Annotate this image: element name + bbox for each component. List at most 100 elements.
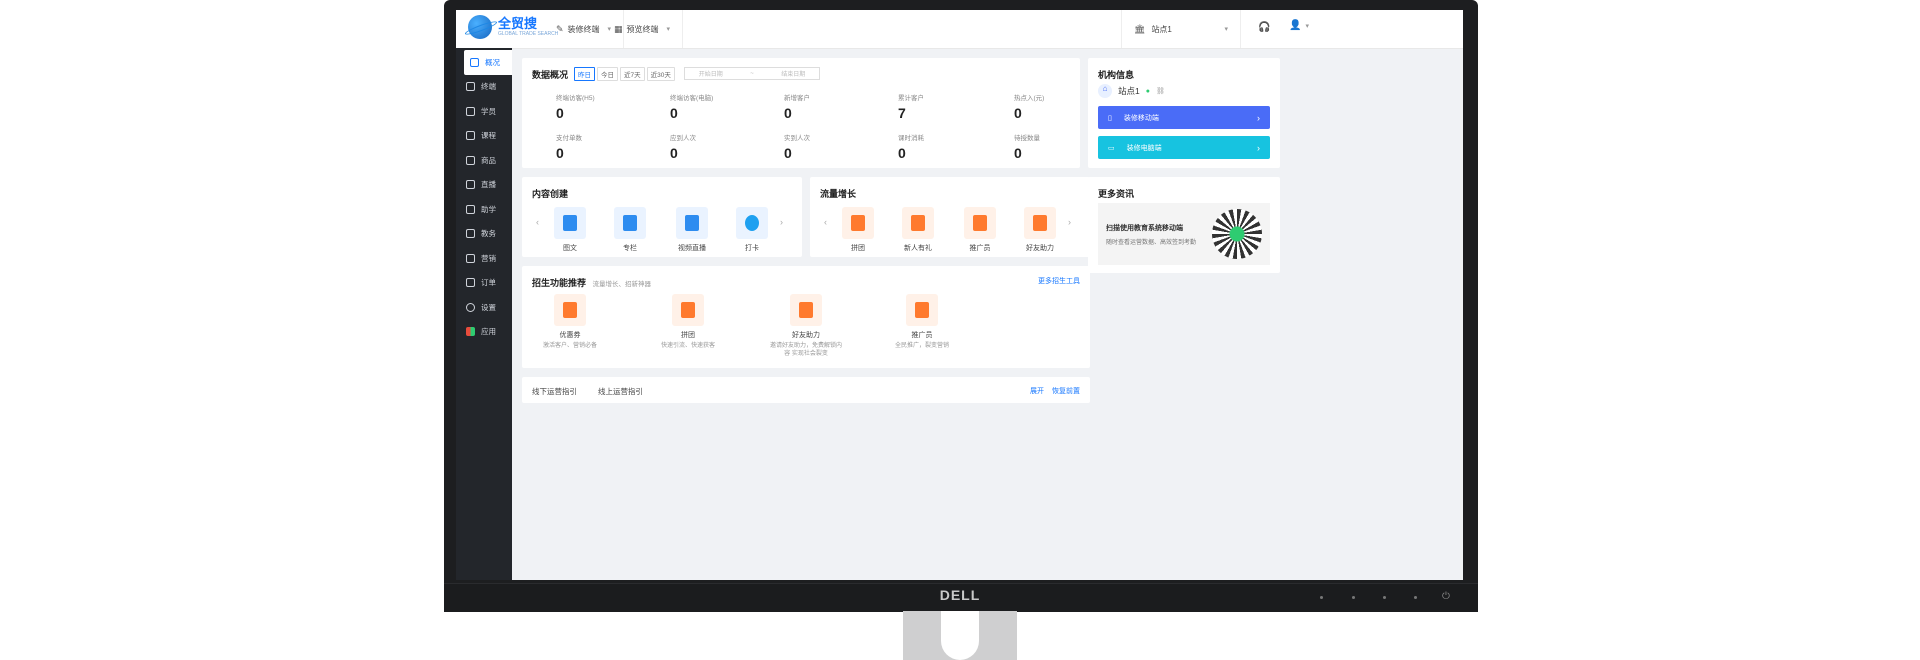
sidebar-item-academic[interactable]: 教务: [456, 222, 512, 247]
monitor-button: [1352, 596, 1355, 599]
tile-desc: 激活客户、营销必备: [542, 343, 597, 349]
product-icon: [466, 155, 475, 165]
site-selector[interactable]: 🏛 站点1 ▾: [1121, 10, 1241, 48]
stat-label: 应到人次: [670, 135, 696, 142]
link-icon[interactable]: ⛓: [1156, 87, 1165, 95]
stat-value: 0: [784, 145, 792, 161]
qr-desc: 随时查看运营数据、高效签到考勤: [1106, 240, 1197, 246]
mobile-qr-banner[interactable]: 扫描使用教育系统移动端 随时查看运营数据、高效签到考勤: [1098, 203, 1270, 265]
more-info-card: 更多资讯 扫描使用教育系统移动端 随时查看运营数据、高效签到考勤: [1088, 177, 1280, 273]
sidebar-item-label: 商品: [481, 155, 496, 165]
content-tile-column[interactable]: 专栏: [600, 207, 660, 253]
stat-item: 新增客户 0: [784, 92, 904, 121]
offline-guide-tab[interactable]: 线下运营指引: [532, 386, 577, 397]
sidebar: 概况 终端 学员 课程 商品 直播 助学 教务 营销 订单 设置 应用: [456, 48, 512, 580]
marketing-icon: [466, 253, 475, 263]
sidebar-item-students[interactable]: 学员: [456, 99, 512, 124]
study-icon: [466, 204, 475, 214]
content-tile-article[interactable]: 图文: [540, 207, 600, 253]
content-create-title: 内容创建: [532, 189, 569, 199]
monitor-button: [1320, 596, 1323, 599]
tab-30days[interactable]: 近30天: [646, 67, 675, 81]
expand-link[interactable]: 展开: [1030, 386, 1044, 396]
recruit-tile-coupon[interactable]: 优惠券激活客户、营销必备: [540, 294, 600, 350]
content-tile-video-live[interactable]: 视频直播: [662, 207, 722, 253]
checkin-icon: [736, 207, 768, 239]
decorate-terminal-label: 装修终端: [567, 24, 600, 34]
sidebar-item-orders[interactable]: 订单: [456, 271, 512, 296]
stat-label: 新增客户: [784, 95, 810, 102]
dashboard-icon: [470, 57, 479, 67]
order-icon: [466, 278, 475, 288]
tab-7days[interactable]: 近7天: [620, 67, 645, 81]
sidebar-item-label: 终端: [481, 82, 496, 92]
growth-tile-friend-help[interactable]: 好友助力: [1010, 207, 1070, 253]
growth-tile-group-buy[interactable]: 拼团: [828, 207, 888, 253]
stat-item: 终端访客(H5) 0: [556, 92, 676, 121]
content-tile-checkin[interactable]: 打卡: [722, 207, 782, 253]
site-selector-label: 站点1: [1151, 24, 1172, 34]
wechat-icon[interactable]: ●: [1146, 88, 1150, 95]
monitor-button: [1383, 596, 1386, 599]
recruit-tile-friend-help[interactable]: 好友助力 邀请好友助力，免费解锁内容 实现社会裂变: [770, 294, 842, 358]
chevron-right-icon[interactable]: ›: [1068, 217, 1071, 227]
qr-code-icon: [1212, 209, 1262, 259]
chevron-left-icon[interactable]: ‹: [536, 217, 539, 227]
user-menu[interactable]: 👤 ▾: [1289, 20, 1309, 31]
live-icon: [466, 180, 475, 190]
content-create-card: 内容创建 ‹ 图文 专栏 视频直播 打卡 ›: [522, 177, 802, 257]
traffic-growth-card: 流量增长 ‹ 拼团 新人有礼 推广员 好友助力 ›: [810, 177, 1090, 257]
sidebar-item-courses[interactable]: 课程: [456, 124, 512, 149]
sidebar-item-live[interactable]: 直播: [456, 173, 512, 198]
chevron-right-icon: ›: [1257, 142, 1260, 153]
preview-terminal-menu[interactable]: ▦ 预览终端 ▾: [602, 10, 684, 48]
recruit-tile-group-buy[interactable]: 拼团 快速引流、快速获客: [658, 294, 718, 350]
sidebar-item-marketing[interactable]: 营销: [456, 246, 512, 271]
tile-label: 优惠券: [559, 332, 581, 339]
student-icon: [466, 106, 475, 116]
more-info-title: 更多资讯: [1098, 189, 1135, 199]
headset-icon[interactable]: 🎧: [1258, 22, 1270, 33]
recruit-card: 招生功能推荐 流量增长、招新神器 更多招生工具 优惠券 激活客户、营销必备 拼团快…: [522, 266, 1090, 368]
friend-help-icon: [790, 294, 822, 326]
tile-label: 拼团: [851, 245, 865, 252]
tab-yesterday[interactable]: 昨日: [574, 67, 595, 81]
tile-desc: 快速引流、快速获客: [660, 343, 715, 349]
restore-link[interactable]: 恢复前置: [1052, 386, 1080, 396]
date-range-picker[interactable]: 开始日期 ~ 结束日期: [684, 67, 820, 80]
growth-tile-promoter[interactable]: 推广员: [950, 207, 1010, 253]
sidebar-item-terminal[interactable]: 终端: [456, 75, 512, 100]
tile-label: 专栏: [623, 245, 637, 252]
growth-tile-newbie-gift[interactable]: 新人有礼: [888, 207, 948, 253]
bank-icon: 🏛: [1134, 23, 1146, 34]
chevron-left-icon[interactable]: ‹: [824, 217, 827, 227]
stat-item: 课时消耗 0: [898, 132, 1018, 161]
monitor-icon: ▭: [1108, 144, 1115, 152]
sidebar-item-apps[interactable]: 应用: [456, 320, 512, 345]
org-info-title: 机构信息: [1098, 70, 1135, 80]
tile-label: 新人有礼: [904, 245, 932, 252]
recruit-tile-promoter[interactable]: 推广员 全民推广，裂变营销: [892, 294, 952, 350]
power-icon: ⏻: [1442, 591, 1450, 602]
more-recruit-tools-link[interactable]: 更多招生工具: [1038, 276, 1080, 286]
sidebar-item-overview[interactable]: 概况: [464, 50, 512, 75]
stat-item: 终端访客(电脑) 0: [670, 92, 790, 121]
decorate-pc-button[interactable]: ▭ 装修电脑端 ›: [1098, 136, 1270, 159]
sidebar-item-label: 订单: [481, 278, 496, 288]
chevron-right-icon[interactable]: ›: [780, 217, 783, 227]
data-overview-card: 数据概况 昨日 今日 近7天 近30天 开始日期 ~ 结束日期 终端访客(H5)…: [522, 58, 1080, 168]
sidebar-item-study-aid[interactable]: 助学: [456, 197, 512, 222]
stat-label: 实到人次: [784, 135, 810, 142]
preview-terminal-label: 预览终端: [626, 24, 659, 34]
tab-today[interactable]: 今日: [597, 67, 618, 81]
sidebar-item-products[interactable]: 商品: [456, 148, 512, 173]
monitor-brand-logo: DELL: [939, 587, 981, 603]
decorate-mobile-button[interactable]: ▯ 装修移动端 ›: [1098, 106, 1270, 129]
sidebar-item-settings[interactable]: 设置: [456, 295, 512, 320]
bank-icon: ⌂: [1098, 84, 1112, 98]
stat-value: 0: [670, 105, 678, 121]
online-guide-tab[interactable]: 线上运营指引: [598, 386, 643, 397]
academic-icon: [466, 229, 475, 239]
qr-title: 扫描使用教育系统移动端: [1106, 225, 1183, 232]
coupon-icon: [554, 294, 586, 326]
